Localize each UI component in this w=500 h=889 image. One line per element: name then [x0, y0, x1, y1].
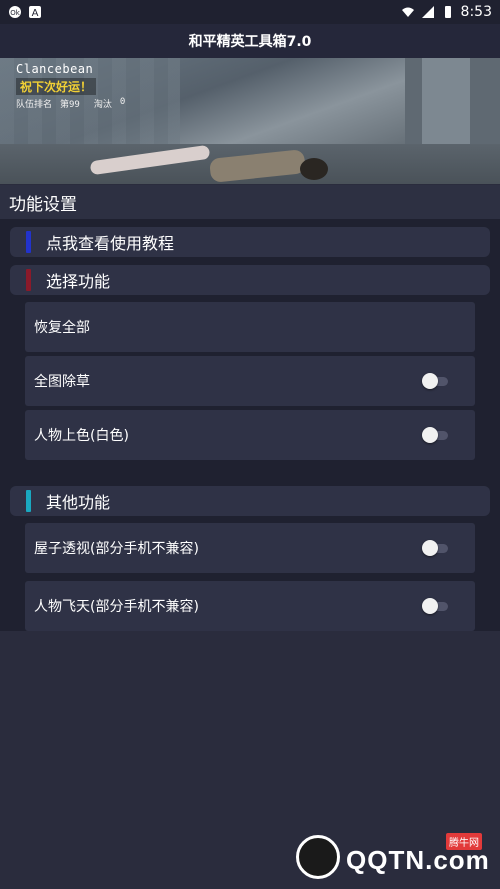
item-label: 屋子透视(部分手机不兼容) — [34, 541, 199, 557]
item-character-fly[interactable]: 人物飞天(部分手机不兼容) — [25, 581, 475, 631]
battery-icon — [441, 5, 455, 19]
circle-notification-icon: Ok — [8, 5, 22, 19]
item-character-color[interactable]: 人物上色(白色) — [25, 410, 475, 460]
banner-eliminated-label: 淘汰 — [93, 100, 112, 110]
section-title-text: 功能设置 — [9, 194, 77, 215]
a-notification-icon: A — [28, 5, 42, 19]
svg-text:Ok: Ok — [10, 9, 21, 17]
category-other-features[interactable]: 其他功能 — [10, 486, 490, 516]
banner-player-name: Clancebean — [16, 62, 94, 76]
toggle-knob — [422, 427, 438, 443]
category-label: 其他功能 — [46, 493, 111, 512]
app-bar: 和平精英工具箱7.0 — [0, 24, 500, 58]
watermark-logo: 腾牛网 QQTN.com — [296, 833, 489, 881]
wifi-icon — [401, 5, 415, 19]
status-bar-right: 8:53 — [401, 4, 492, 20]
banner-cheer-text: 祝下次好运！ — [16, 78, 97, 95]
item-remove-grass[interactable]: 全图除草 — [25, 356, 475, 406]
category-label: 选择功能 — [46, 272, 111, 291]
signal-icon — [421, 5, 435, 19]
banner-image: Clancebean 祝下次好运！ 队伍排名 第99 淘汰 0 — [0, 58, 500, 184]
toggle-switch[interactable] — [422, 540, 450, 556]
banner-rank-value: 第99 — [60, 100, 80, 110]
watermark-bull-icon — [296, 835, 340, 879]
banner-rank-label: 队伍排名 — [16, 100, 53, 110]
item-label: 全图除草 — [34, 374, 90, 390]
banner-character-head — [300, 158, 328, 180]
status-time: 8:53 — [460, 4, 492, 20]
toggle-switch[interactable] — [422, 427, 450, 443]
category-label: 点我查看使用教程 — [46, 234, 175, 253]
status-bar: Ok A 8:53 — [0, 0, 500, 24]
item-label: 人物上色(白色) — [34, 428, 129, 444]
banner-eliminated-value: 0 — [119, 97, 126, 107]
item-label: 人物飞天(部分手机不兼容) — [34, 599, 199, 615]
status-bar-left: Ok A — [8, 5, 42, 19]
category-accent-bar — [26, 231, 31, 253]
banner-stats: 队伍排名 第99 淘汰 0 — [16, 97, 125, 110]
section-title: 功能设置 — [0, 185, 500, 219]
item-house-xray[interactable]: 屋子透视(部分手机不兼容) — [25, 523, 475, 573]
watermark-brand: QQTN.com — [346, 845, 490, 875]
item-label: 恢复全部 — [34, 320, 90, 336]
toggle-knob — [422, 540, 438, 556]
toggle-knob — [422, 598, 438, 614]
category-accent-bar — [26, 490, 31, 512]
banner-overlay: Clancebean 祝下次好运！ 队伍排名 第99 淘汰 0 — [16, 62, 125, 110]
item-restore-all[interactable]: 恢复全部 — [25, 302, 475, 352]
toggle-switch[interactable] — [422, 598, 450, 614]
category-select-features[interactable]: 选择功能 — [10, 265, 490, 295]
toggle-knob — [422, 373, 438, 389]
toggle-switch[interactable] — [422, 373, 450, 389]
svg-text:A: A — [32, 8, 39, 19]
category-accent-bar — [26, 269, 31, 291]
category-tutorial[interactable]: 点我查看使用教程 — [10, 227, 490, 257]
app-title: 和平精英工具箱7.0 — [188, 34, 312, 50]
